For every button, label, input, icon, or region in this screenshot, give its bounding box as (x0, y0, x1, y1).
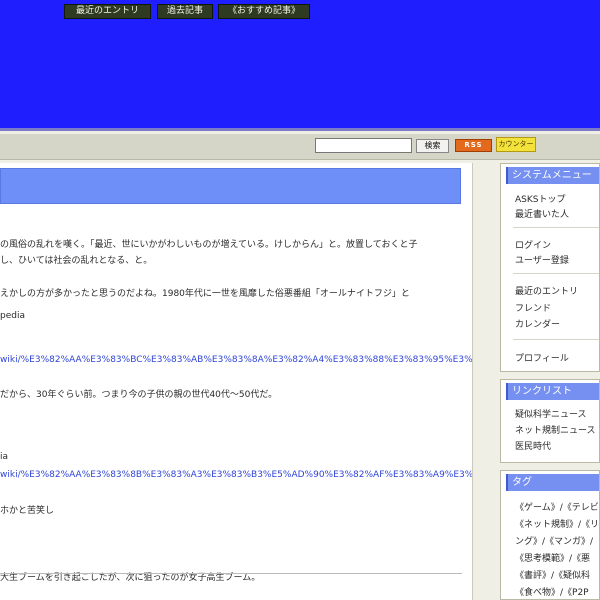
sidebar: システムメニュー ASKSトップ 最近書いた人 ログイン ユーザー登録 最近のエ… (500, 163, 600, 600)
counter-badge: カウンター (496, 137, 536, 152)
sidebar-item-friends[interactable]: フレンド (515, 301, 551, 314)
tag-link[interactable]: 《思考模範》/《悪 (515, 551, 590, 564)
sidebar-item-profile[interactable]: プロフィール (515, 351, 569, 364)
sidebar-item-recent-writers[interactable]: 最近書いた人 (515, 207, 569, 220)
article-link[interactable]: wiki/%E3%82%AA%E3%83%8B%E3%83%A3%E3%83%B… (0, 470, 472, 480)
sidebar-item-calendar[interactable]: カレンダー (515, 317, 560, 330)
system-menu-box: システムメニュー ASKSトップ 最近書いた人 ログイン ユーザー登録 最近のエ… (500, 163, 600, 372)
sidebar-divider (513, 227, 599, 228)
article-line: し、ひいては社会の乱れとなる、と。 (0, 256, 153, 266)
search-button[interactable]: 検索 (416, 139, 449, 153)
tag-link[interactable]: 《ネット規制》/《リ (515, 517, 599, 530)
nav-past-articles-button[interactable]: 過去記事 (157, 4, 213, 19)
sidebar-item-login[interactable]: ログイン (515, 238, 551, 251)
tag-link[interactable]: 《書評》/《疑似科 (515, 568, 590, 581)
header-banner (0, 0, 600, 131)
tag-link[interactable]: ング》/《マンガ》/ (515, 534, 593, 547)
nav-recent-entries-button[interactable]: 最近のエントリ (64, 4, 151, 19)
article-title-bar (0, 168, 461, 204)
article-line: えかしの方が多かったと思うのだよね。1980年代に一世を風靡した俗悪番組「オール… (0, 289, 410, 299)
system-menu-title: システムメニュー (506, 167, 599, 184)
article-line: ホかと苦笑し (0, 506, 55, 516)
sidebar-item-register[interactable]: ユーザー登録 (515, 253, 569, 266)
link-item[interactable]: 疑似科学ニュース (515, 407, 587, 420)
sidebar-item-recent-entries[interactable]: 最近のエントリ (515, 284, 578, 297)
link-list-box: リンクリスト 疑似科学ニュース ネット規制ニュース 医民時代 (500, 379, 600, 463)
tag-link[interactable]: 《食べ物》/《P2P (515, 585, 589, 598)
article-link[interactable]: wiki/%E3%82%AA%E3%83%BC%E3%83%AB%E3%83%8… (0, 355, 472, 365)
rss-button[interactable]: RSS (455, 139, 492, 152)
sidebar-item-asks-top[interactable]: ASKSトップ (515, 192, 566, 205)
article-line: だから、30年ぐらい前。つまり今の子供の親の世代40代〜50代だ。 (0, 390, 278, 400)
main-content: の風俗の乱れを嘆く。「最近、世にいかがわしいものが増えている。けしからん」と。放… (0, 163, 473, 600)
tags-title: タグ (506, 474, 599, 491)
article-line: ia (0, 452, 9, 462)
link-item[interactable]: ネット規制ニュース (515, 423, 596, 436)
article-line: 大生ブームを引き起こしたが、次に狙ったのが女子高生ブーム。 (0, 573, 261, 583)
nav-recommended-button[interactable]: 《おすすめ記事》 (218, 4, 310, 19)
content-divider (0, 573, 462, 574)
link-item[interactable]: 医民時代 (515, 439, 551, 452)
link-list-title: リンクリスト (506, 383, 599, 400)
search-input[interactable] (315, 138, 412, 153)
tags-box: タグ 《ゲーム》/《テレビ 《ネット規制》/《リ ング》/《マンガ》/ 《思考模… (500, 470, 600, 600)
article-line: pedia (0, 311, 25, 321)
sidebar-divider (513, 273, 599, 274)
sidebar-divider (513, 339, 599, 340)
article-line: の風俗の乱れを嘆く。「最近、世にいかがわしいものが増えている。けしからん」と。放… (0, 240, 418, 250)
tag-link[interactable]: 《ゲーム》/《テレビ (515, 500, 599, 513)
